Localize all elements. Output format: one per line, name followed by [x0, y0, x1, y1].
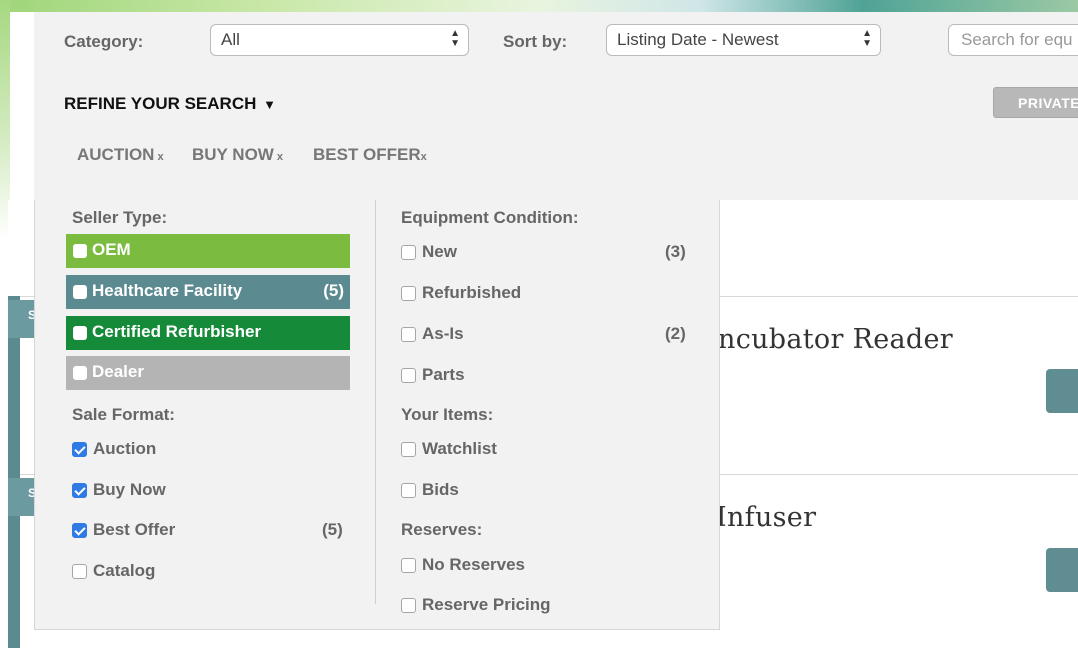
- select-arrows-icon: ▲ ▼: [862, 28, 872, 49]
- sale-format-title: Sale Format:: [72, 405, 175, 424]
- best-offer-count: (5): [322, 520, 343, 539]
- sort-label: Sort by:: [503, 32, 568, 51]
- private-button[interactable]: PRIVATE: [993, 87, 1078, 118]
- your-items-watchlist[interactable]: Watchlist: [401, 439, 497, 459]
- seller-type-healthcare-facility[interactable]: Healthcare Facility (5): [66, 275, 350, 309]
- checkbox[interactable]: [401, 483, 416, 498]
- checkbox[interactable]: [73, 244, 87, 258]
- select-arrows-icon: ▲ ▼: [450, 28, 460, 49]
- checkbox[interactable]: [401, 245, 416, 260]
- checkbox[interactable]: [73, 366, 87, 380]
- condition-new-count: (3): [665, 242, 686, 261]
- your-items-bids[interactable]: Bids: [401, 480, 459, 500]
- checkbox[interactable]: [72, 442, 87, 457]
- your-items-title: Your Items:: [401, 405, 494, 424]
- remove-chip-icon[interactable]: x: [157, 151, 163, 163]
- listing-side-bar: [8, 296, 20, 648]
- listing-action-button[interactable]: [1046, 548, 1078, 592]
- equipment-condition-title: Equipment Condition:: [401, 208, 579, 227]
- condition-refurbished[interactable]: Refurbished: [401, 283, 521, 303]
- remove-chip-icon[interactable]: x: [277, 151, 283, 163]
- listing-seller-tag: S: [8, 300, 36, 338]
- category-label: Category:: [64, 32, 144, 51]
- seller-type-title: Seller Type:: [72, 208, 168, 227]
- sale-format-buy-now[interactable]: Buy Now: [72, 480, 166, 500]
- condition-new[interactable]: New: [401, 242, 457, 262]
- caret-down-icon: ▼: [263, 97, 276, 112]
- checkbox[interactable]: [401, 368, 416, 383]
- sale-format-best-offer[interactable]: Best Offer: [72, 520, 175, 540]
- search-input[interactable]: Search for equ: [948, 24, 1078, 56]
- listing-seller-tag: S: [8, 478, 36, 516]
- chip-buy-now[interactable]: BUY NOW x: [192, 145, 283, 165]
- header-decoration: [0, 0, 1078, 12]
- seller-type-certified-refurbisher[interactable]: Certified Refurbisher: [66, 316, 350, 350]
- column-divider: [375, 200, 376, 604]
- sale-format-auction[interactable]: Auction: [72, 439, 156, 459]
- checkbox[interactable]: [401, 558, 416, 573]
- listing-title[interactable]: ncubator Reader: [718, 324, 953, 355]
- remove-chip-icon[interactable]: x: [421, 151, 427, 163]
- listing-action-button[interactable]: [1046, 369, 1078, 413]
- condition-as-is[interactable]: As-Is: [401, 324, 464, 344]
- reserves-title: Reserves:: [401, 520, 483, 539]
- refine-search-toggle[interactable]: REFINE YOUR SEARCH ▼: [64, 94, 276, 114]
- checkbox[interactable]: [401, 598, 416, 613]
- checkbox[interactable]: [72, 483, 87, 498]
- reserves-no-reserves[interactable]: No Reserves: [401, 555, 525, 575]
- seller-type-dealer[interactable]: Dealer: [66, 356, 350, 390]
- checkbox[interactable]: [72, 564, 87, 579]
- category-select[interactable]: All ▲ ▼: [210, 24, 469, 56]
- sale-format-catalog[interactable]: Catalog: [72, 561, 155, 581]
- checkbox[interactable]: [73, 285, 87, 299]
- checkbox[interactable]: [72, 523, 87, 538]
- checkbox[interactable]: [401, 442, 416, 457]
- checkbox[interactable]: [401, 286, 416, 301]
- chip-auction[interactable]: AUCTION x: [77, 145, 164, 165]
- checkbox[interactable]: [73, 326, 87, 340]
- sort-select[interactable]: Listing Date - Newest ▲ ▼: [606, 24, 881, 56]
- checkbox[interactable]: [401, 327, 416, 342]
- reserves-reserve-pricing[interactable]: Reserve Pricing: [401, 595, 551, 615]
- chip-best-offer[interactable]: BEST OFFERx: [313, 145, 427, 165]
- seller-type-oem[interactable]: OEM: [66, 234, 350, 268]
- listing-title[interactable]: Infuser: [716, 502, 816, 533]
- condition-as-is-count: (2): [665, 324, 686, 343]
- condition-parts[interactable]: Parts: [401, 365, 465, 385]
